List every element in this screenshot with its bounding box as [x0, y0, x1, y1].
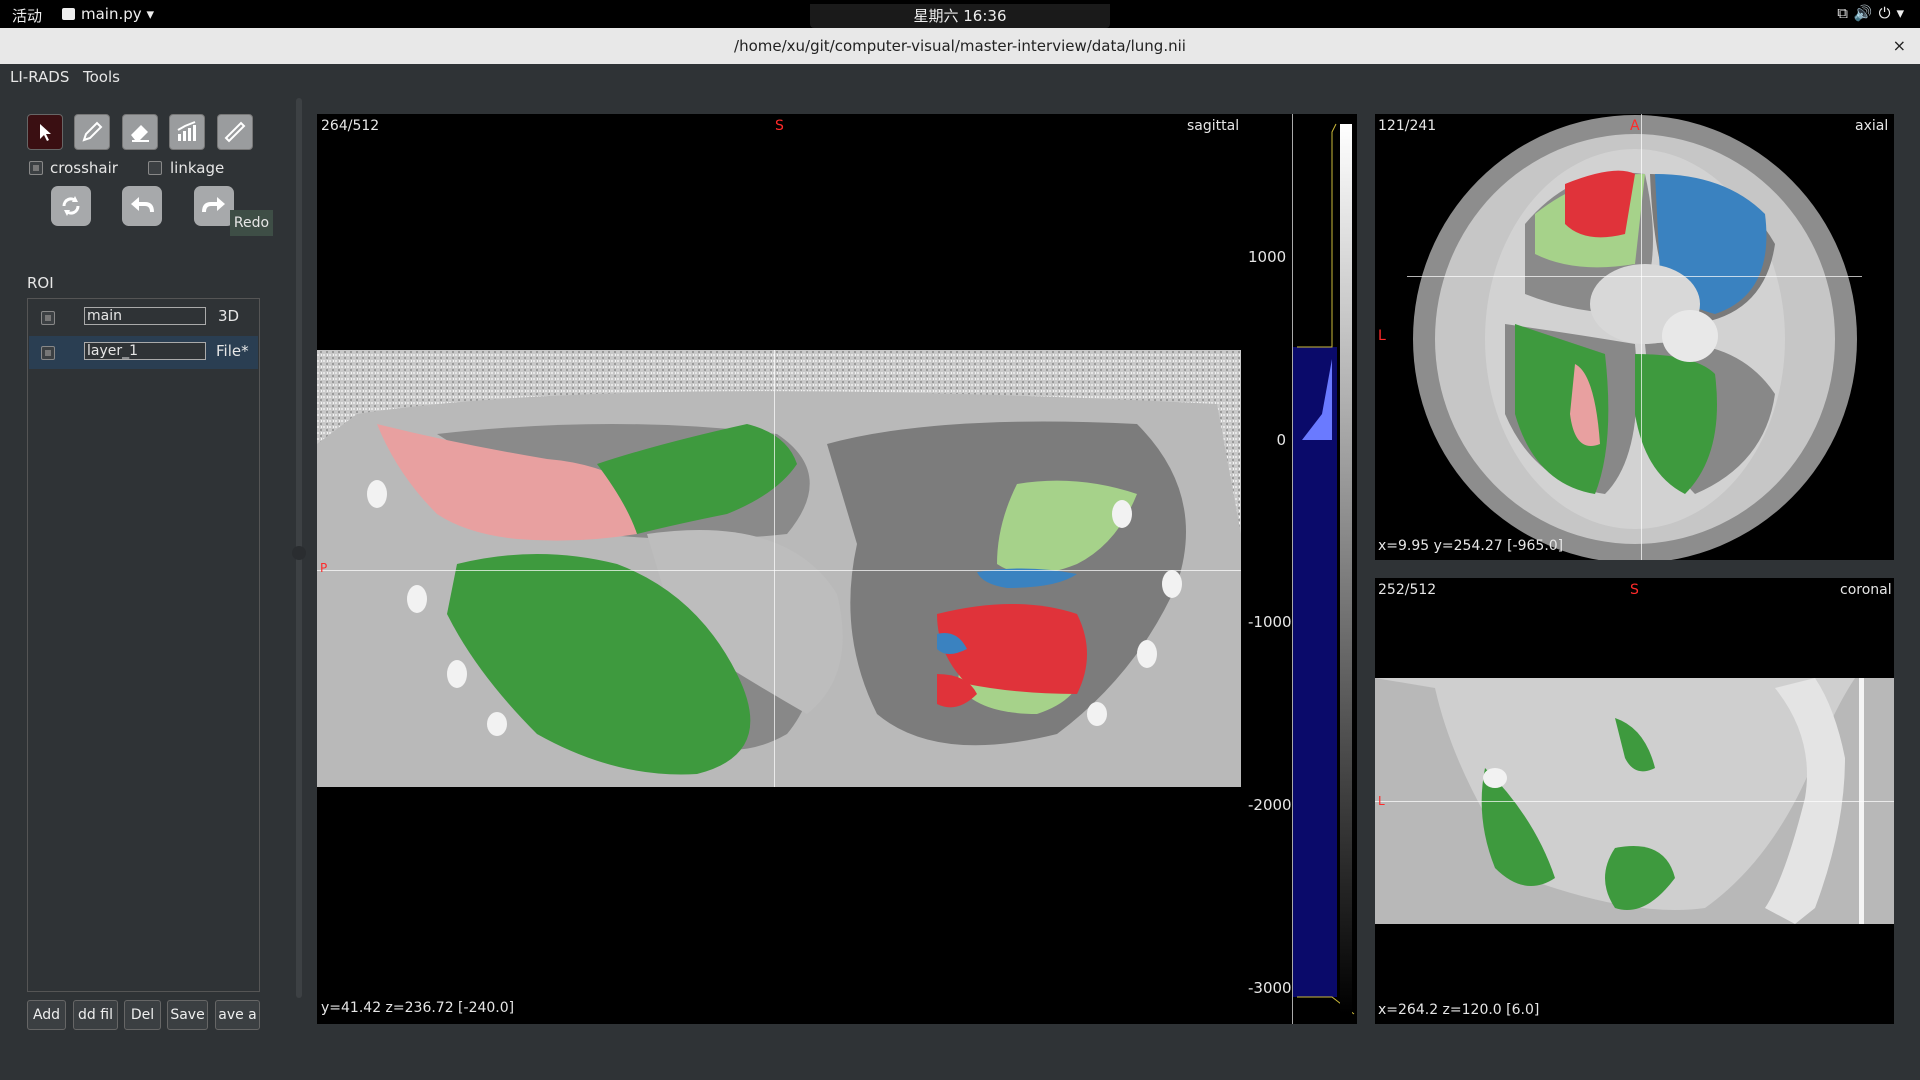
add-button[interactable]: Add	[27, 1000, 66, 1030]
pointer-icon	[40, 124, 51, 141]
view-name: sagittal	[1187, 118, 1240, 134]
layer-type-tag: File*	[216, 342, 249, 360]
layer-name-field[interactable]: layer_1	[84, 342, 206, 360]
system-top-bar: 活动 main.py ▾ 星期六 16:36 ⧉🔊⏻▾	[0, 0, 1920, 28]
menu-li-rads[interactable]: LI-RADS	[10, 68, 69, 86]
crosshair-horizontal	[1375, 801, 1894, 802]
orientation-top: S	[775, 118, 784, 134]
redo-icon	[202, 197, 225, 213]
splitter-handle[interactable]	[292, 546, 306, 560]
view-name: axial	[1855, 118, 1889, 134]
layer-name-field[interactable]: main	[84, 307, 206, 325]
roi-layer-list[interactable]: main 3D layer_1 File*	[27, 298, 260, 992]
chart-icon	[177, 121, 196, 141]
ruler-icon	[224, 121, 246, 143]
colorbar-tick: 1000	[1248, 248, 1287, 266]
crosshair-checkbox[interactable]	[29, 161, 43, 175]
orientation-top: S	[1630, 582, 1639, 598]
menubar: LI-RADS Tools	[0, 64, 1920, 90]
crosshair-vertical	[1641, 114, 1642, 560]
sagittal-view[interactable]: 264/512 S sagittal P y=41.42 z=236.72 [-…	[317, 114, 1357, 1024]
axial-view[interactable]: 121/241 A axial L x=9.95 y=254.27 [-965.…	[1375, 114, 1894, 560]
chevron-down-icon: ▾	[146, 5, 154, 23]
system-tray[interactable]: ⧉🔊⏻▾	[1837, 4, 1910, 22]
orientation-left: L	[1378, 794, 1385, 808]
panel-splitter[interactable]	[292, 98, 306, 998]
roi-heading: ROI	[27, 274, 54, 292]
crosshair-horizontal	[1407, 276, 1862, 277]
histogram-plot	[1297, 123, 1355, 1015]
histogram-tool-button[interactable]	[169, 114, 205, 150]
roi-layer-row[interactable]: main 3D	[29, 301, 258, 334]
layer-visibility-checkbox[interactable]	[41, 311, 55, 325]
slice-index: 121/241	[1378, 118, 1437, 134]
crosshair-horizontal	[317, 570, 1241, 571]
colorbar-tick: -2000	[1248, 796, 1292, 814]
coronal-view[interactable]: 252/512 S coronal L x=264.2 z=120.0 [6.0…	[1375, 578, 1894, 1024]
window-level-colorbar[interactable]: 1000 0 -1000 -2000 -3000	[1248, 114, 1357, 1024]
close-button[interactable]: ×	[1893, 28, 1906, 64]
chevron-down-icon: ▾	[1896, 4, 1910, 22]
reset-button[interactable]	[51, 186, 91, 226]
undo-icon	[131, 197, 154, 213]
orientation-left: P	[320, 561, 328, 575]
slice-index: 264/512	[321, 118, 380, 134]
sagittal-image	[317, 350, 1241, 787]
delete-button[interactable]: Del	[124, 1000, 161, 1030]
add-file-button[interactable]: dd fil	[73, 1000, 118, 1030]
save-as-button[interactable]: ave a	[215, 1000, 260, 1030]
orientation-top: A	[1630, 118, 1640, 134]
network-icon: ⧉	[1837, 4, 1854, 22]
pencil-icon	[82, 121, 103, 142]
crosshair-vertical	[774, 350, 775, 787]
slice-index: 252/512	[1378, 582, 1437, 598]
roi-layer-row[interactable]: layer_1 File*	[29, 336, 258, 369]
view-name: coronal	[1840, 582, 1892, 598]
undo-button[interactable]	[122, 186, 162, 226]
power-icon: ⏻	[1878, 4, 1897, 22]
axial-image	[1413, 115, 1857, 560]
eraser-icon	[131, 125, 149, 142]
cursor-coords: x=9.95 y=254.27 [-965.0]	[1378, 538, 1564, 554]
activities-button[interactable]: 活动	[12, 5, 42, 26]
colorbar-tick: 0	[1276, 431, 1286, 449]
pencil-tool-button[interactable]	[74, 114, 110, 150]
colorbar-tick: -1000	[1248, 613, 1292, 631]
redo-button[interactable]	[194, 186, 234, 226]
linkage-checkbox[interactable]	[148, 161, 162, 175]
menu-tools[interactable]: Tools	[83, 68, 120, 86]
layer-type-tag: 3D	[218, 307, 240, 325]
window-title: /home/xu/git/computer-visual/master-inte…	[734, 37, 1186, 55]
app-menu[interactable]: main.py ▾	[62, 5, 154, 23]
colorbar-tick: -3000	[1248, 979, 1292, 997]
redo-tooltip: Redo	[230, 210, 273, 236]
pointer-tool-button[interactable]	[27, 114, 63, 150]
refresh-icon	[62, 196, 80, 216]
volume-icon: 🔊	[1853, 4, 1879, 22]
linkage-label: linkage	[170, 159, 225, 177]
cursor-coords: x=264.2 z=120.0 [6.0]	[1378, 1002, 1540, 1018]
app-menu-label: main.py	[81, 5, 142, 23]
orientation-left: L	[1378, 328, 1386, 344]
window-icon	[62, 8, 75, 20]
save-button[interactable]: Save	[167, 1000, 208, 1030]
layer-visibility-checkbox[interactable]	[41, 346, 55, 360]
clock[interactable]: 星期六 16:36	[810, 4, 1110, 28]
eraser-tool-button[interactable]	[122, 114, 158, 150]
window-titlebar: /home/xu/git/computer-visual/master-inte…	[0, 28, 1920, 64]
cursor-coords: y=41.42 z=236.72 [-240.0]	[321, 1000, 515, 1016]
ruler-tool-button[interactable]	[217, 114, 253, 150]
crosshair-label: crosshair	[50, 159, 118, 177]
